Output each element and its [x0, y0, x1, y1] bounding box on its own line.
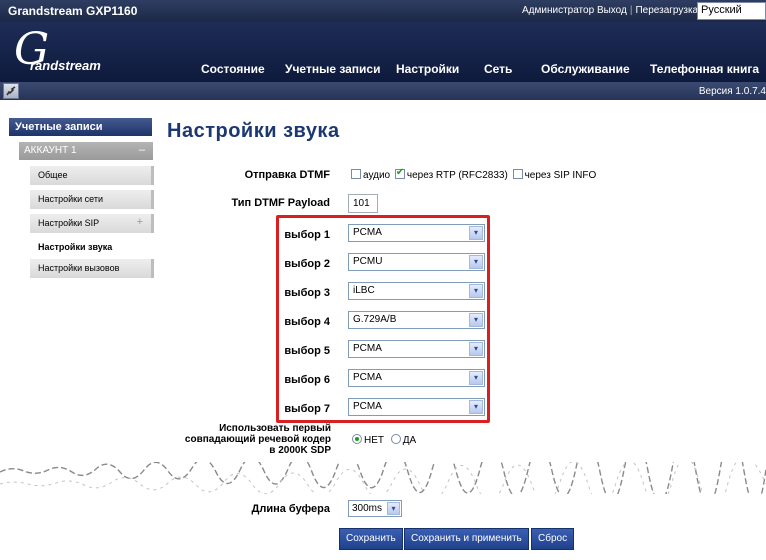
codec-select-4[interactable]: G.729A/B ▾ — [348, 311, 485, 329]
chevron-down-icon[interactable]: ▾ — [469, 400, 483, 414]
reboot-link[interactable]: Перезагрузка — [635, 5, 698, 16]
top-bar: Grandstream GXP1160 Администратор Выход |… — [0, 0, 766, 22]
codec-select-6[interactable]: PCMA ▾ — [348, 369, 485, 387]
buffer-select[interactable]: 300ms ▾ — [348, 500, 402, 517]
codec-label-4: выбор 4 — [284, 316, 330, 328]
collapse-icon[interactable]: – — [139, 144, 145, 156]
sidebar-item-network[interactable]: Настройки сети — [30, 190, 154, 209]
first-match-no-radio[interactable] — [352, 434, 362, 444]
sidebar-item-calls[interactable]: Настройки вызовов — [30, 259, 154, 278]
chevron-down-icon[interactable]: ▾ — [469, 342, 483, 356]
first-match-yes-label[interactable]: ДА — [403, 435, 416, 446]
menu-accounts[interactable]: Учетные записи — [285, 62, 380, 76]
sidebar-item-label: Настройки SIP — [38, 218, 100, 228]
dtmf-label: Отправка DTMF — [244, 169, 330, 181]
codec-select-7[interactable]: PCMA ▾ — [348, 398, 485, 416]
chevron-down-icon[interactable]: ▾ — [469, 313, 483, 327]
page-title: Настройки звука — [167, 120, 340, 142]
expand-icon[interactable]: + — [137, 216, 143, 228]
dtmf-audio-label[interactable]: аудио — [363, 170, 390, 181]
chevron-down-icon[interactable]: ▾ — [469, 284, 483, 298]
codec-select-5[interactable]: PCMA ▾ — [348, 340, 485, 358]
menu-phonebook[interactable]: Телефонная книга — [650, 62, 759, 76]
codec-select-1[interactable]: PCMA ▾ — [348, 224, 485, 242]
chevron-down-icon[interactable]: ▾ — [387, 502, 400, 515]
codec-label-2: выбор 2 — [284, 258, 330, 270]
codec-value: PCMA — [353, 343, 382, 354]
reset-button[interactable]: Сброс — [531, 528, 575, 550]
chevron-down-icon[interactable]: ▾ — [469, 371, 483, 385]
codec-value: PCMU — [353, 256, 383, 267]
dtmf-rtp-label[interactable]: через RTP (RFC2833) — [407, 170, 508, 181]
codec-value: iLBC — [353, 285, 375, 296]
chevron-down-icon[interactable]: ▾ — [469, 226, 483, 240]
menu-maintenance[interactable]: Обслуживание — [541, 62, 630, 76]
dtmf-sipinfo-label[interactable]: через SIP INFO — [525, 170, 597, 181]
save-apply-button[interactable]: Сохранить и применить — [404, 528, 529, 550]
codec-value: PCMA — [353, 372, 382, 383]
sidebar-account[interactable]: АККАУНТ 1 – — [19, 142, 153, 160]
payload-input[interactable]: 101 — [348, 194, 378, 213]
phone-icon[interactable] — [3, 83, 19, 99]
sidebar-item-label: Настройки вызовов — [38, 263, 120, 273]
codec-label-5: выбор 5 — [284, 345, 330, 357]
sidebar-item-audio[interactable]: Настройки звука — [30, 238, 154, 257]
payload-label: Тип DTMF Payload — [231, 197, 330, 209]
first-match-label: Использовать первый совпадающий речевой … — [140, 423, 331, 456]
logout-link[interactable]: Выход — [597, 5, 627, 16]
menu-network[interactable]: Сеть — [484, 62, 512, 76]
sidebar-item-general[interactable]: Общее — [30, 166, 154, 185]
codec-select-3[interactable]: iLBC ▾ — [348, 282, 485, 300]
first-match-yes-radio[interactable] — [390, 434, 401, 444]
codec-value: PCMA — [353, 227, 382, 238]
header-band: G randstream Состояние Учетные записи На… — [0, 22, 766, 82]
sidebar-item-label: Настройки звука — [38, 242, 113, 252]
top-links: Администратор Выход | Перезагрузка — [522, 5, 698, 16]
language-select[interactable]: Русский — [697, 2, 766, 20]
sidebar-item-sip[interactable]: Настройки SIP + — [30, 214, 154, 233]
version-bar: Версия 1.0.7.4 — [0, 82, 766, 100]
first-match-label-line2: совпадающий речевой кодер — [184, 434, 331, 445]
app-title: Grandstream GXP1160 — [8, 4, 138, 18]
codec-label-7: выбор 7 — [284, 403, 330, 415]
first-match-no-label[interactable]: НЕТ — [364, 435, 384, 446]
sidebar-account-label: АККАУНТ 1 — [24, 145, 77, 156]
dtmf-options: аудио через RTP (RFC2833) через SIP INFO — [351, 167, 598, 181]
sidebar-item-label: Общее — [38, 170, 68, 180]
dtmf-sipinfo-checkbox[interactable] — [512, 169, 523, 179]
codec-select-2[interactable]: PCMU ▾ — [348, 253, 485, 271]
logo-text: randstream — [30, 58, 101, 73]
codec-label-1: выбор 1 — [284, 229, 330, 241]
buffer-value: 300ms — [352, 503, 383, 514]
codec-label-6: выбор 6 — [284, 374, 330, 386]
dtmf-audio-checkbox[interactable] — [351, 169, 361, 179]
menu-settings[interactable]: Настройки — [396, 62, 459, 76]
sidebar-item-label: Настройки сети — [38, 194, 103, 204]
torn-edge-divider — [0, 462, 766, 494]
save-button[interactable]: Сохранить — [339, 528, 403, 550]
first-match-options: НЕТ ДА — [352, 434, 420, 446]
first-match-label-line3: в 2000K SDP — [269, 445, 331, 456]
codec-value: G.729A/B — [353, 314, 397, 325]
menu-status[interactable]: Состояние — [201, 62, 265, 76]
dtmf-rtp-checkbox[interactable] — [394, 167, 405, 179]
chevron-down-icon[interactable]: ▾ — [469, 255, 483, 269]
sidebar-header[interactable]: Учетные записи — [9, 118, 152, 136]
first-match-label-line1: Использовать первый — [219, 423, 331, 434]
codec-label-3: выбор 3 — [284, 287, 330, 299]
codec-value: PCMA — [353, 401, 382, 412]
admin-link[interactable]: Администратор — [522, 5, 594, 16]
version-text: Версия 1.0.7.4 — [698, 86, 766, 97]
buffer-label: Длина буфера — [251, 503, 330, 515]
language-value: Русский — [701, 4, 742, 16]
